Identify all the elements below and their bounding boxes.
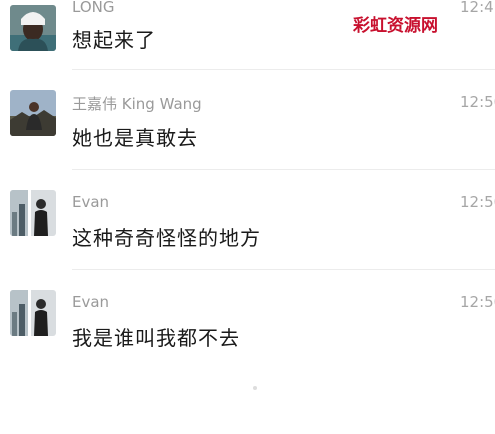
message-text: 想起来了 xyxy=(72,28,156,52)
message-time: 12:50 xyxy=(460,93,495,111)
message-time: 12:4 xyxy=(460,0,494,16)
sender-name: LONG xyxy=(72,0,115,16)
message-time: 12:50 xyxy=(460,193,495,211)
chat-screen: LONG 12:4 想起来了 王嘉伟 King Wang 12:50 她也是真敢… xyxy=(0,0,495,434)
person-white-cap-avatar-icon xyxy=(10,5,56,51)
avatar[interactable] xyxy=(10,190,56,236)
sender-name: Evan xyxy=(72,293,110,311)
avatar[interactable] xyxy=(10,90,56,136)
avatar[interactable] xyxy=(10,290,56,336)
sender-name: 王嘉伟 King Wang xyxy=(72,95,202,113)
sender-name: Evan xyxy=(72,193,110,211)
message-text: 我是谁叫我都不去 xyxy=(72,326,240,350)
divider xyxy=(72,169,495,170)
message-text: 她也是真敢去 xyxy=(72,126,198,150)
message-text: 这种奇奇怪怪的地方 xyxy=(72,226,261,250)
message-item[interactable]: Evan 12:50 这种奇奇怪怪的地方 xyxy=(0,180,495,280)
person-window-city-avatar-icon xyxy=(10,290,56,336)
message-item[interactable]: 王嘉伟 King Wang 12:50 她也是真敢去 xyxy=(0,80,495,180)
message-item[interactable]: Evan 12:50 我是谁叫我都不去 xyxy=(0,280,495,380)
divider xyxy=(72,269,495,270)
avatar[interactable] xyxy=(10,5,56,51)
message-time: 12:50 xyxy=(460,293,495,311)
watermark: 彩虹资源网 xyxy=(353,16,438,36)
person-window-city-avatar-icon xyxy=(10,190,56,236)
divider xyxy=(72,69,495,70)
person-outdoor-avatar-icon xyxy=(10,90,56,136)
page-indicator-dot xyxy=(253,386,257,390)
